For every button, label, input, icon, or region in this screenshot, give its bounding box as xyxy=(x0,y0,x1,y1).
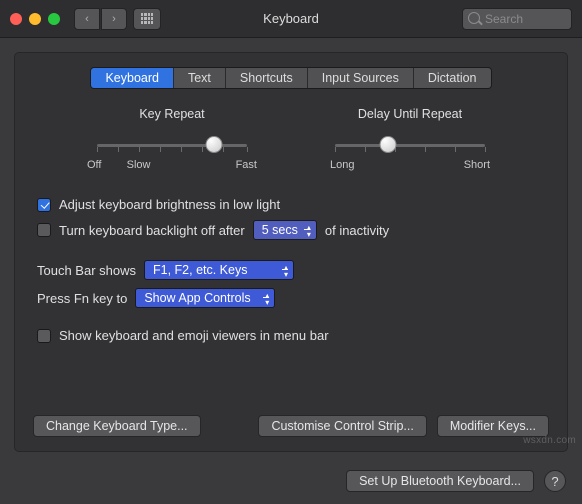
show-all-button[interactable] xyxy=(133,8,161,30)
back-button[interactable]: ‹ xyxy=(74,8,100,30)
tab-shortcuts[interactable]: Shortcuts xyxy=(226,68,308,88)
window-bottom-bar: Set Up Bluetooth Keyboard... ? xyxy=(0,470,582,492)
key-repeat-fast-label: Fast xyxy=(236,159,257,171)
delay-long-label: Long xyxy=(330,159,354,171)
touch-bar-row: Touch Bar shows F1, F2, etc. Keys ▴▾ xyxy=(33,260,549,280)
backlight-off-checkbox[interactable] xyxy=(37,223,51,237)
press-fn-label: Press Fn key to xyxy=(37,291,127,306)
chevron-right-icon: › xyxy=(112,13,116,25)
backlight-off-label-pre: Turn keyboard backlight off after xyxy=(59,223,245,238)
minimize-window-button[interactable] xyxy=(29,13,41,25)
search-wrap xyxy=(462,8,572,30)
delay-short-label: Short xyxy=(464,159,490,171)
touch-bar-label: Touch Bar shows xyxy=(37,263,136,278)
setup-bluetooth-keyboard-button[interactable]: Set Up Bluetooth Keyboard... xyxy=(346,470,534,492)
help-button[interactable]: ? xyxy=(544,470,566,492)
key-repeat-slow-label: Slow xyxy=(127,159,151,171)
backlight-timeout-value: 5 secs xyxy=(262,223,298,237)
chevron-left-icon: ‹ xyxy=(85,13,89,25)
updown-icon: ▴▾ xyxy=(284,264,288,278)
tab-bar: Keyboard Text Shortcuts Input Sources Di… xyxy=(33,67,549,89)
tab-input-sources[interactable]: Input Sources xyxy=(308,68,414,88)
touch-bar-value: F1, F2, etc. Keys xyxy=(153,263,247,277)
adjust-brightness-row: Adjust keyboard brightness in low light xyxy=(33,197,549,212)
show-viewers-row: Show keyboard and emoji viewers in menu … xyxy=(33,328,549,343)
show-viewers-label: Show keyboard and emoji viewers in menu … xyxy=(59,328,329,343)
adjust-brightness-checkbox[interactable] xyxy=(37,198,51,212)
panel-footer: Change Keyboard Type... Customise Contro… xyxy=(33,415,549,437)
key-repeat-off-label: Off xyxy=(87,159,101,171)
close-window-button[interactable] xyxy=(10,13,22,25)
adjust-brightness-label: Adjust keyboard brightness in low light xyxy=(59,197,280,212)
show-viewers-checkbox[interactable] xyxy=(37,329,51,343)
delay-repeat-block: Delay Until Repeat Long Short xyxy=(315,107,505,171)
modifier-keys-button[interactable]: Modifier Keys... xyxy=(437,415,549,437)
titlebar: ‹ › Keyboard xyxy=(0,0,582,38)
delay-repeat-title: Delay Until Repeat xyxy=(358,107,462,121)
backlight-off-row: Turn keyboard backlight off after 5 secs… xyxy=(33,220,549,240)
window-controls xyxy=(10,13,60,25)
tab-keyboard[interactable]: Keyboard xyxy=(91,68,174,88)
delay-repeat-thumb[interactable] xyxy=(379,136,396,153)
updown-icon: ▴▾ xyxy=(265,292,269,306)
key-repeat-title: Key Repeat xyxy=(139,107,204,121)
search-icon xyxy=(468,12,480,24)
key-repeat-slider[interactable] xyxy=(97,135,247,155)
press-fn-row: Press Fn key to Show App Controls ▴▾ xyxy=(33,288,549,308)
backlight-off-label-post: of inactivity xyxy=(325,223,389,238)
key-repeat-block: Key Repeat Off Slow Fast xyxy=(77,107,267,171)
press-fn-value: Show App Controls xyxy=(144,291,250,305)
backlight-timeout-popup[interactable]: 5 secs ▴▾ xyxy=(253,220,317,240)
change-keyboard-type-button[interactable]: Change Keyboard Type... xyxy=(33,415,201,437)
tab-dictation[interactable]: Dictation xyxy=(414,68,491,88)
customise-control-strip-button[interactable]: Customise Control Strip... xyxy=(258,415,426,437)
preferences-panel: Keyboard Text Shortcuts Input Sources Di… xyxy=(14,52,568,452)
delay-repeat-slider[interactable] xyxy=(335,135,485,155)
key-repeat-thumb[interactable] xyxy=(206,136,223,153)
press-fn-popup[interactable]: Show App Controls ▴▾ xyxy=(135,288,275,308)
touch-bar-popup[interactable]: F1, F2, etc. Keys ▴▾ xyxy=(144,260,294,280)
slider-row: Key Repeat Off Slow Fast Delay Until Rep… xyxy=(33,107,549,171)
updown-icon: ▴▾ xyxy=(307,224,311,238)
nav-buttons: ‹ › xyxy=(74,8,127,30)
tab-text[interactable]: Text xyxy=(174,68,226,88)
grid-icon xyxy=(141,13,153,25)
forward-button[interactable]: › xyxy=(101,8,127,30)
zoom-window-button[interactable] xyxy=(48,13,60,25)
